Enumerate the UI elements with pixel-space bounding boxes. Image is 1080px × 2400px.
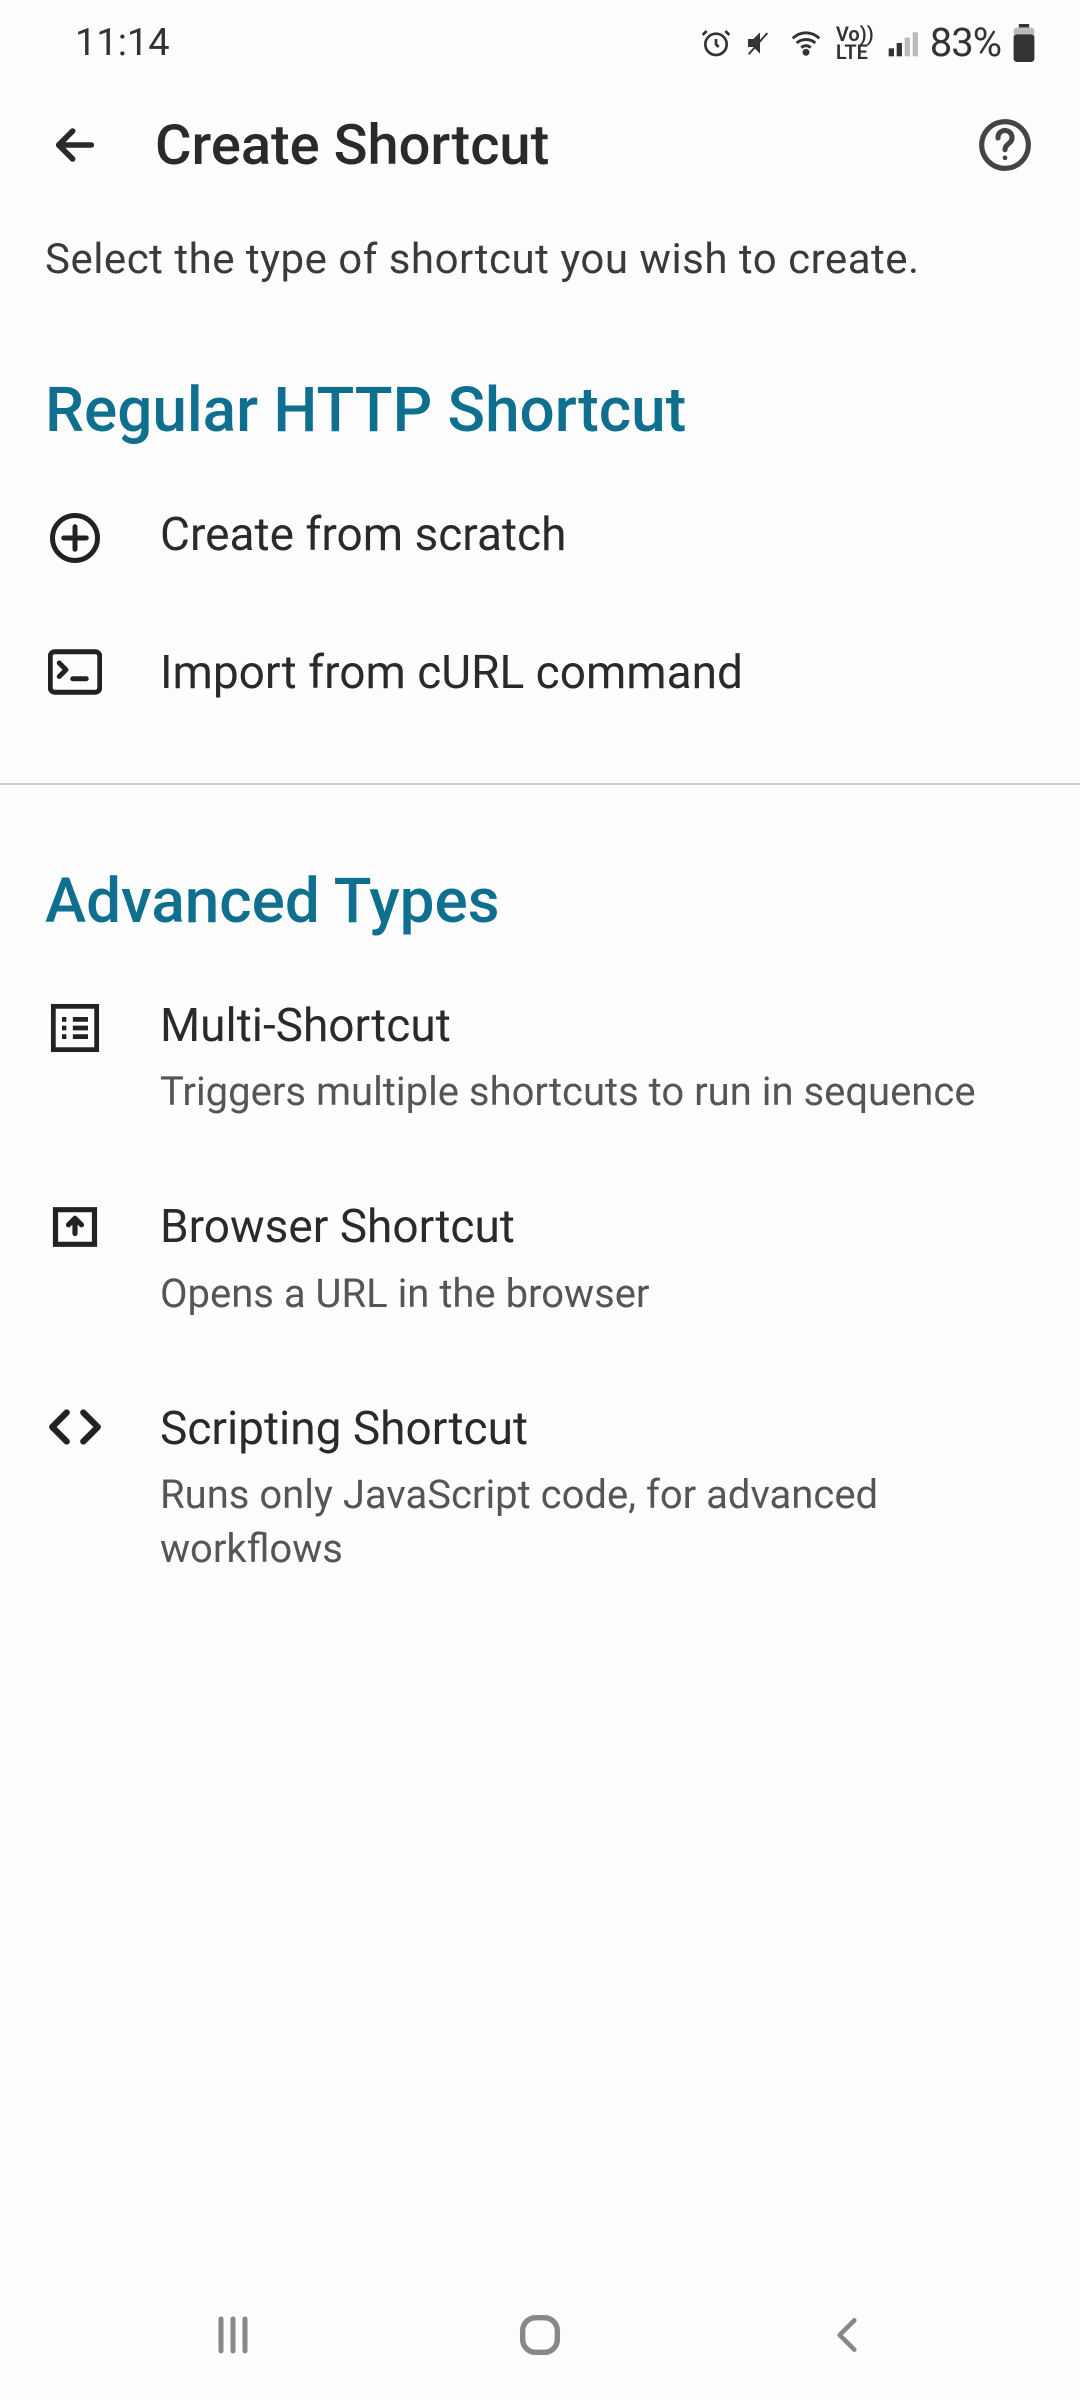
item-title: Scripting Shortcut xyxy=(160,1401,1035,1459)
help-button[interactable] xyxy=(970,110,1040,180)
item-multi-shortcut[interactable]: Multi-Shortcut Triggers multiple shortcu… xyxy=(0,958,1080,1160)
item-title: Multi-Shortcut xyxy=(160,998,1035,1056)
item-desc: Opens a URL in the browser xyxy=(160,1267,1035,1321)
nav-recents-button[interactable] xyxy=(193,2295,273,2375)
section-header-advanced: Advanced Types xyxy=(0,835,1080,958)
back-button[interactable] xyxy=(40,110,110,180)
item-scripting-shortcut[interactable]: Scripting Shortcut Runs only JavaScript … xyxy=(0,1361,1080,1617)
status-time: 11:14 xyxy=(75,21,170,65)
section-header-regular: Regular HTTP Shortcut xyxy=(0,344,1080,467)
divider xyxy=(0,783,1080,785)
code-icon xyxy=(45,1405,105,1449)
list-icon xyxy=(45,1002,105,1054)
item-browser-shortcut[interactable]: Browser Shortcut Opens a URL in the brow… xyxy=(0,1159,1080,1361)
nav-home-button[interactable] xyxy=(500,2295,580,2375)
signal-icon xyxy=(886,27,918,59)
item-desc: Triggers multiple shortcuts to run in se… xyxy=(160,1065,1035,1119)
item-create-from-scratch[interactable]: Create from scratch xyxy=(0,467,1080,605)
item-title: Create from scratch xyxy=(160,507,1035,565)
volte-icon: Vo))LTE xyxy=(836,25,874,61)
alarm-icon xyxy=(700,27,732,59)
nav-bar xyxy=(0,2270,1080,2400)
plus-circle-icon xyxy=(45,511,105,565)
item-desc: Runs only JavaScript code, for advanced … xyxy=(160,1468,1035,1576)
mute-icon xyxy=(744,27,776,59)
status-right: Vo))LTE 83% xyxy=(700,19,1035,66)
item-title: Import from cURL command xyxy=(160,645,1035,703)
app-bar: Create Shortcut xyxy=(0,85,1080,205)
battery-icon xyxy=(1013,24,1035,62)
status-bar: 11:14 Vo))LTE 83% xyxy=(0,0,1080,85)
item-title: Browser Shortcut xyxy=(160,1199,1035,1257)
page-subtitle: Select the type of shortcut you wish to … xyxy=(0,205,1080,344)
battery-text: 83% xyxy=(930,19,1001,66)
page-title: Create Shortcut xyxy=(155,112,925,178)
item-import-curl[interactable]: Import from cURL command xyxy=(0,605,1080,743)
wifi-icon xyxy=(788,27,824,59)
nav-back-button[interactable] xyxy=(807,2295,887,2375)
terminal-icon xyxy=(45,649,105,695)
browser-open-icon xyxy=(45,1203,105,1251)
